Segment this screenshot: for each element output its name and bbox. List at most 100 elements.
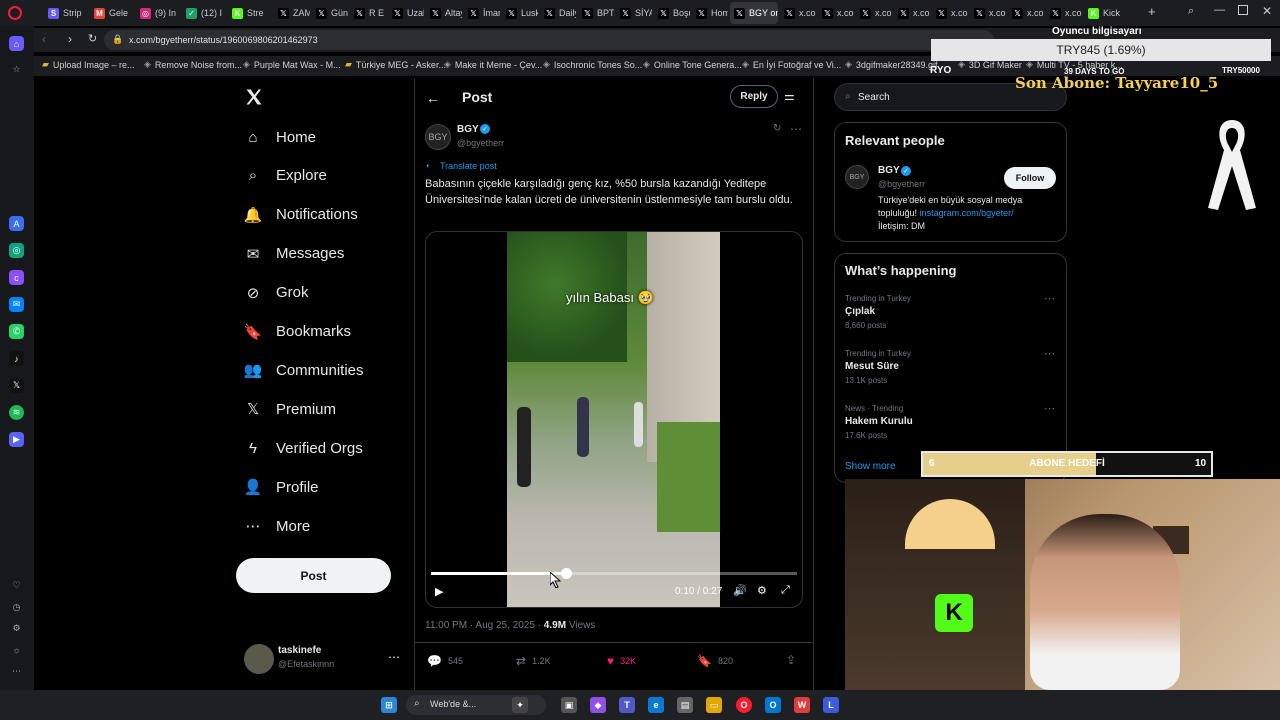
teams-icon[interactable]: T: [619, 697, 635, 713]
trend-more-icon[interactable]: ⋯: [1044, 347, 1055, 360]
bookmark-item[interactable]: ◈ 3dgifmaker28349.gif: [845, 59, 937, 70]
author-avatar[interactable]: BGY: [425, 124, 451, 150]
player-icon[interactable]: ▶: [9, 432, 24, 447]
avatar[interactable]: [244, 644, 274, 674]
browser-tab[interactable]: 𝕏 Uzak: [388, 2, 424, 24]
bookmark-item[interactable]: ◈ Purple Mat Wax - M...: [243, 59, 341, 70]
chatgpt-icon[interactable]: ◎: [9, 243, 24, 258]
spotify-icon[interactable]: ≋: [9, 405, 24, 420]
browser-tab[interactable]: K Kick: [1084, 2, 1120, 24]
browser-tab[interactable]: 𝕏R E N: [350, 2, 386, 24]
video-player[interactable]: yılın Babası 🥹 ▶ 0:10 / 0:27 🔊 ⚙ ⤢: [425, 231, 803, 608]
wps-icon[interactable]: W: [794, 697, 810, 713]
play-icon[interactable]: ▶: [435, 585, 443, 598]
url-field[interactable]: 🔒 x.com/bgyetherr/status/196006980620146…: [104, 30, 994, 50]
outlook-icon[interactable]: O: [765, 697, 781, 713]
forward-icon[interactable]: ›: [68, 32, 72, 46]
browser-tab[interactable]: 𝕏 Hom: [692, 2, 728, 24]
nav-item-messages[interactable]: ✉ Messages: [244, 242, 345, 266]
like-action[interactable]: ♥ 32K: [607, 654, 636, 668]
bookmark-item[interactable]: ◈ Isochronic Tones So...: [543, 59, 642, 70]
more-sidebar-icon[interactable]: ⋯: [9, 664, 24, 679]
copilot-app-icon[interactable]: ◆: [590, 697, 606, 713]
lightbulb-icon[interactable]: ☼: [9, 642, 24, 657]
browser-tab[interactable]: 𝕏 BGY on X: [730, 2, 778, 24]
browser-tab[interactable]: ✓ (12) I: [182, 2, 226, 24]
windows-start-icon[interactable]: ⊞: [381, 697, 397, 713]
nav-item-bookmarks[interactable]: 🔖 Bookmarks: [244, 320, 351, 344]
grok-explain-icon[interactable]: ↻: [773, 123, 781, 134]
messenger-icon[interactable]: ✉: [9, 297, 24, 312]
edge-icon[interactable]: e: [648, 697, 664, 713]
file-explorer-icon[interactable]: ▭: [706, 697, 722, 713]
volume-icon[interactable]: 🔊: [733, 584, 747, 597]
star-sidebar-icon[interactable]: ☆: [9, 62, 24, 77]
app-icon[interactable]: c: [9, 270, 24, 285]
opera-logo-icon[interactable]: [8, 6, 22, 20]
reply-action[interactable]: 💬 545: [427, 654, 463, 668]
browser-tab[interactable]: M Gele: [90, 2, 134, 24]
author-name[interactable]: BGY: [457, 124, 479, 135]
browser-tab[interactable]: 𝕏x.com: [818, 2, 854, 24]
browser-tab[interactable]: 𝕏 BPT: [578, 2, 614, 24]
trend-more-icon[interactable]: ⋯: [1044, 402, 1055, 415]
fullscreen-icon[interactable]: ⤢: [781, 584, 790, 597]
post-more-icon[interactable]: ⋯: [790, 122, 802, 136]
show-more-link[interactable]: Show more: [845, 461, 896, 472]
nav-item-explore[interactable]: ⌕ Explore: [244, 164, 327, 188]
author-handle[interactable]: @bgyetherr: [457, 138, 504, 148]
bio-link[interactable]: instagram.com/bgyeter/: [920, 208, 1014, 218]
tiktok-icon[interactable]: ♪: [9, 351, 24, 366]
browser-tab[interactable]: K Stre: [228, 2, 272, 24]
browser-tab[interactable]: 𝕏 Lusk: [502, 2, 538, 24]
new-tab-icon[interactable]: +: [1148, 4, 1156, 19]
settings-sliders-icon[interactable]: ⚌: [784, 89, 795, 103]
nav-item-notifications[interactable]: 🔔 Notifications: [244, 203, 358, 227]
maximize-icon[interactable]: [1238, 5, 1248, 15]
browser-tab[interactable]: 𝕏 SİYA: [616, 2, 652, 24]
video-settings-icon[interactable]: ⚙: [757, 584, 767, 597]
app-l-icon[interactable]: L: [823, 697, 839, 713]
nav-item-more[interactable]: ⋯ More: [244, 514, 311, 538]
person-handle[interactable]: @bgyetherr: [878, 179, 925, 189]
task-view-icon[interactable]: ▣: [561, 697, 577, 713]
bookmark-action[interactable]: 🔖 820: [697, 654, 733, 668]
post-timestamp[interactable]: 11:00 PM · Aug 25, 2025: [425, 620, 535, 631]
back-arrow-icon[interactable]: ←: [426, 90, 440, 106]
x-sidebar-icon[interactable]: 𝕏: [9, 378, 24, 393]
account-menu-icon[interactable]: ⋯: [388, 650, 400, 664]
trend-more-icon[interactable]: ⋯: [1044, 292, 1055, 305]
person-name[interactable]: BGY: [878, 165, 900, 176]
trend-item[interactable]: News · Trending Hakem Kurulu 17.6K posts ⋯: [845, 402, 1055, 440]
x-logo-icon[interactable]: [244, 87, 264, 107]
repost-action[interactable]: ⇄ 1.2K: [516, 654, 551, 668]
bookmark-item[interactable]: ◈ Online Tone Genera...: [643, 59, 742, 70]
bookmark-item[interactable]: ▰ Upload Image – re...: [42, 59, 134, 70]
browser-tab[interactable]: S Strip: [44, 2, 88, 24]
reload-icon[interactable]: ↻: [88, 32, 97, 45]
trend-item[interactable]: Trending in Turkey Çıplak 8,660 posts ⋯: [845, 292, 1055, 330]
bookmark-item[interactable]: ◈ Remove Noise from...: [144, 59, 242, 70]
browser-tab[interactable]: 𝕏x.com: [932, 2, 968, 24]
nav-item-communities[interactable]: 👥 Communities: [244, 358, 364, 382]
whatsapp-icon[interactable]: ✆: [9, 324, 24, 339]
video-progress-track[interactable]: [431, 572, 797, 575]
nav-item-home[interactable]: ⌂ Home: [244, 125, 316, 149]
store-icon[interactable]: ▤: [677, 697, 693, 713]
minimize-icon[interactable]: —: [1214, 4, 1225, 16]
settings-icon[interactable]: ⚙: [9, 621, 24, 636]
bookmark-item[interactable]: ◈ Make it Meme - Çev...: [444, 59, 542, 70]
nav-item-premium[interactable]: 𝕏 Premium: [244, 397, 336, 421]
follow-button[interactable]: Follow: [1004, 167, 1056, 189]
search-tabs-icon[interactable]: ⌕: [1188, 5, 1194, 18]
share-icon[interactable]: ⇪: [786, 653, 796, 667]
home-sidebar-icon[interactable]: ⌂: [9, 36, 24, 51]
browser-tab[interactable]: ◎ (9) In: [136, 2, 180, 24]
browser-tab[interactable]: 𝕏 Boşu: [654, 2, 690, 24]
bookmark-item[interactable]: ▰ Türkiye MEG - Asker...: [345, 59, 446, 70]
aria-icon[interactable]: A: [9, 216, 24, 231]
nav-item-profile[interactable]: 👤 Profile: [244, 475, 319, 499]
browser-tab[interactable]: 𝕏x.com: [1008, 2, 1044, 24]
trend-item[interactable]: Trending in Turkey Mesut Süre 13.1K posts ⋯: [845, 347, 1055, 385]
history-icon[interactable]: ◷: [9, 600, 24, 615]
